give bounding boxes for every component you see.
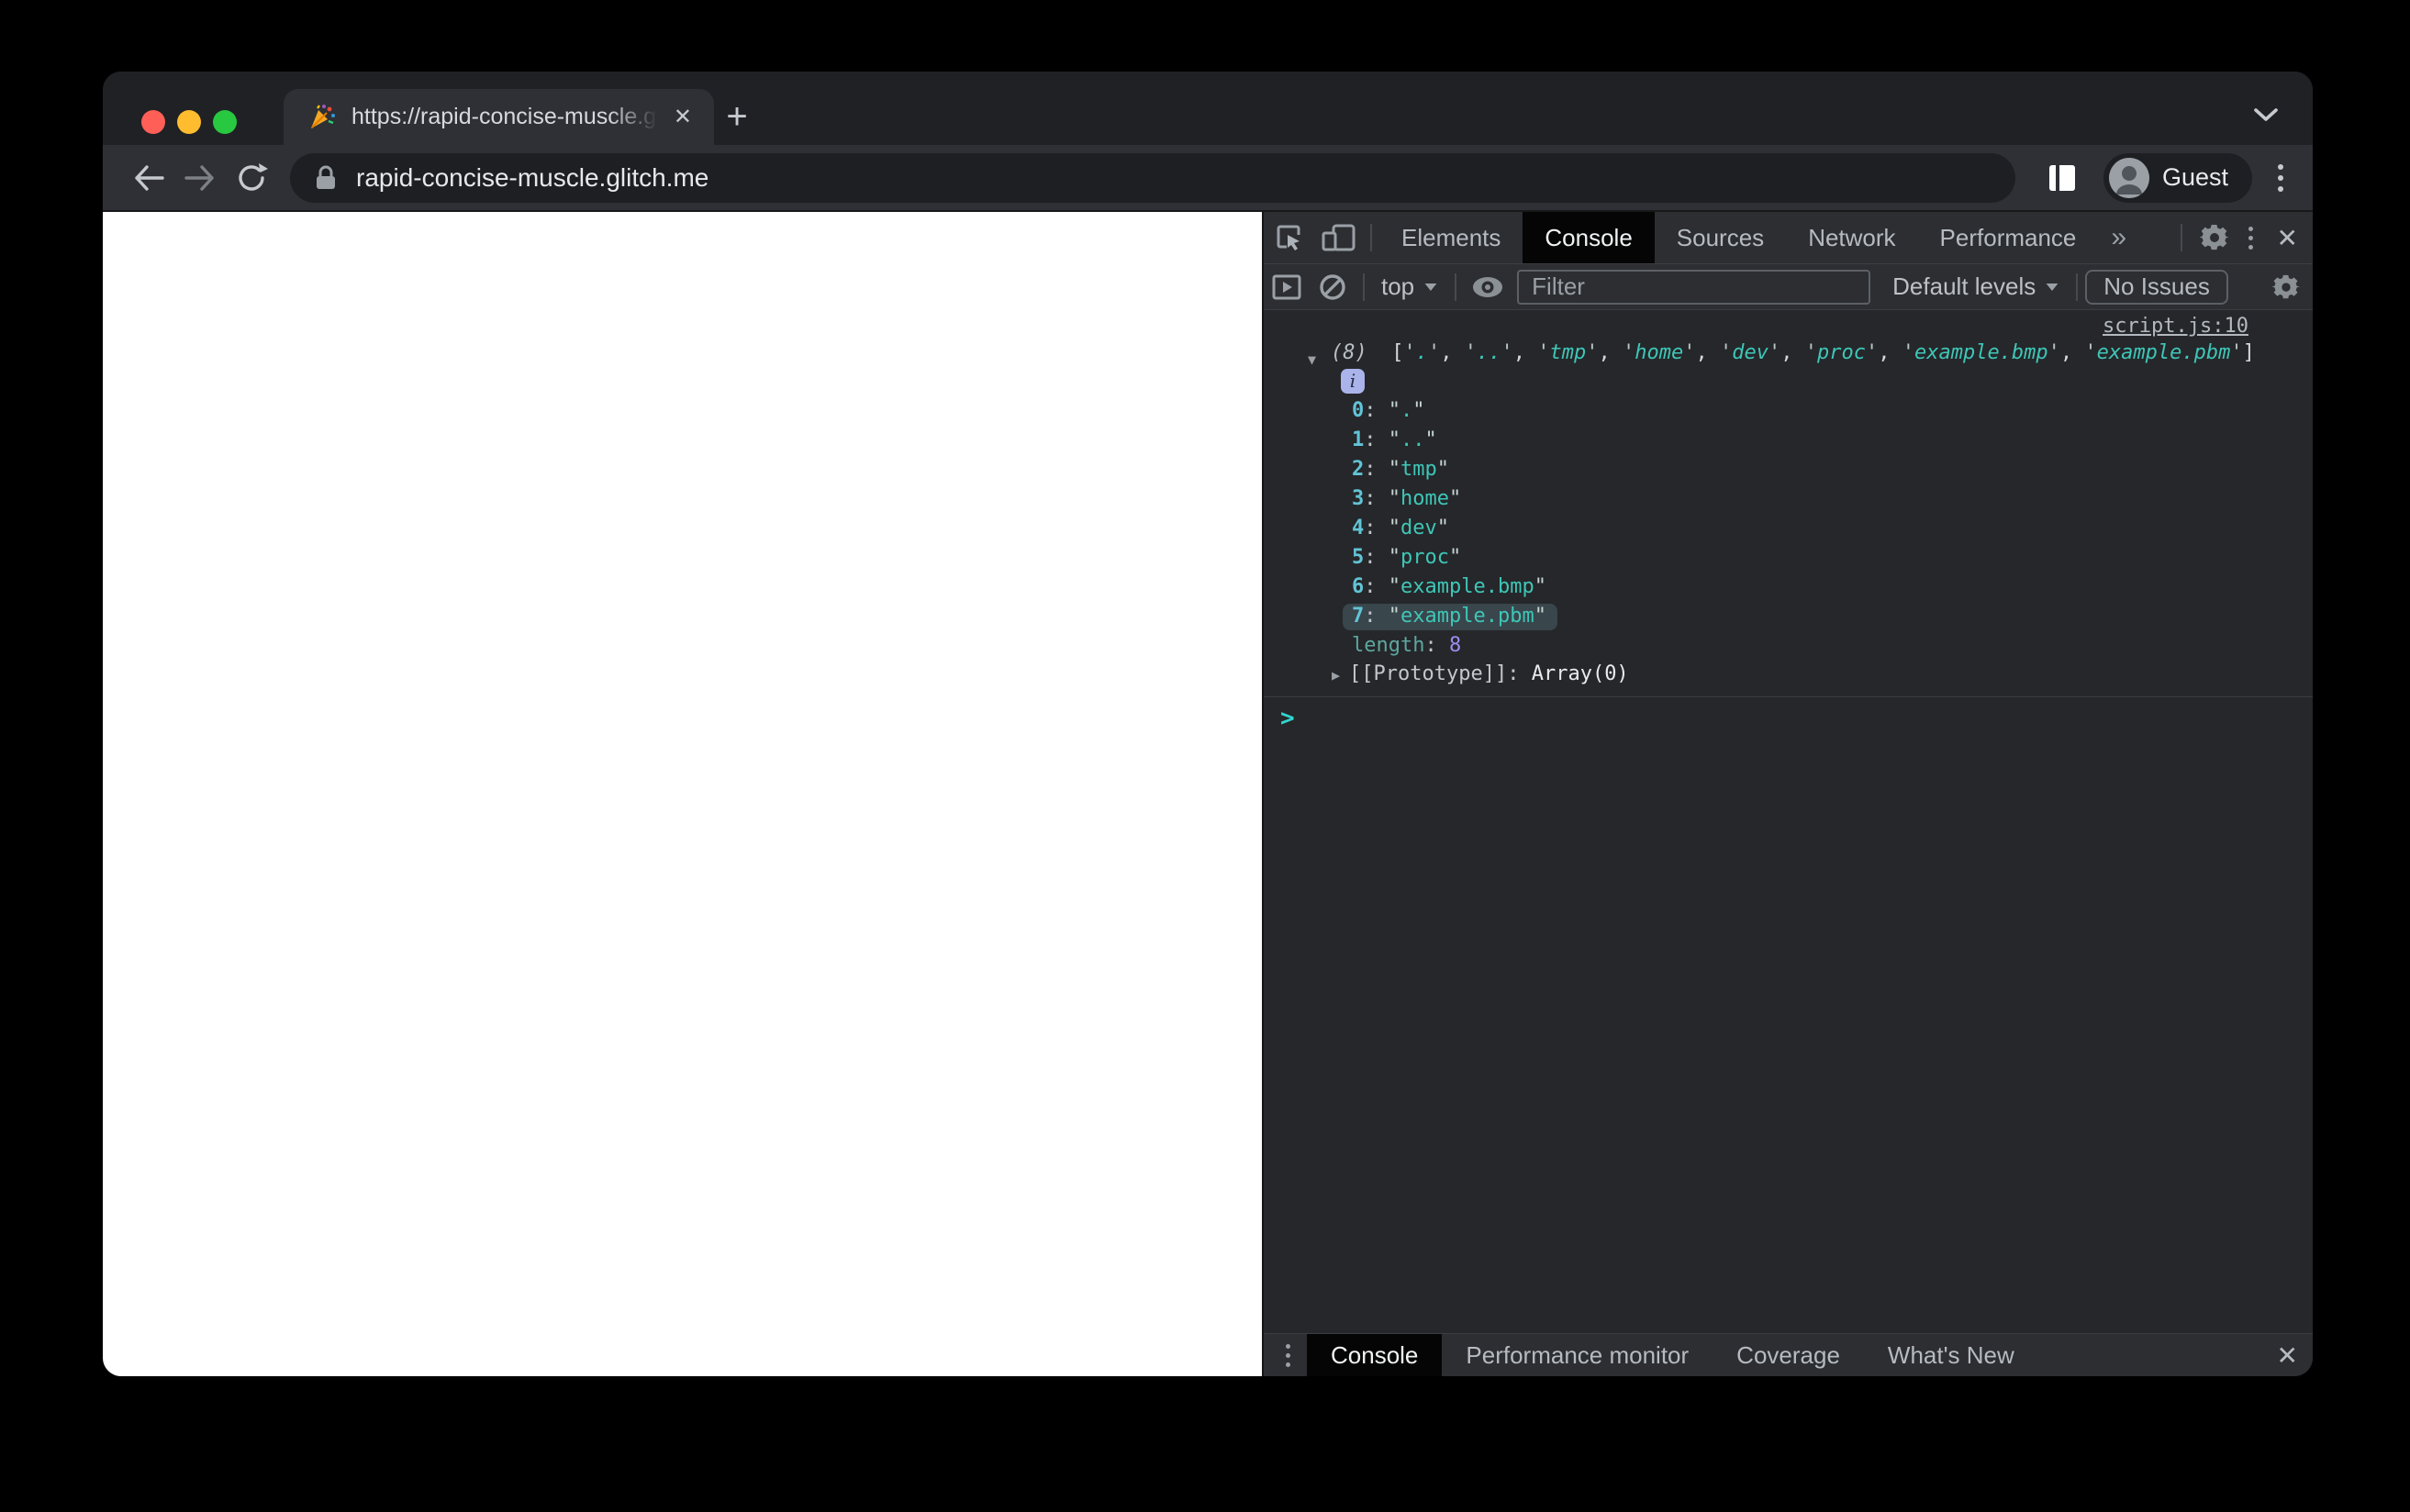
devtools-tabbar: Elements Console Sources Network Perform… (1264, 212, 2313, 264)
prototype-row[interactable]: ▶ [[Prototype]]: Array(0) (1264, 661, 2313, 689)
console-sidebar-icon[interactable] (1264, 264, 1310, 309)
filter-input[interactable] (1517, 269, 1871, 305)
caret-down-icon (2046, 283, 2059, 291)
url-text: rapid-concise-muscle.glitch.me (356, 162, 709, 192)
drawer-tab-whats-new[interactable]: What's New (1864, 1334, 2038, 1376)
more-tabs-icon[interactable]: » (2098, 222, 2139, 253)
close-window-button[interactable] (141, 110, 165, 134)
party-popper-icon (311, 104, 335, 128)
array-entry-row[interactable]: 3: "home" (1264, 484, 2313, 514)
array-entry-row[interactable]: 6: "example.bmp" (1264, 573, 2313, 602)
browser-tab[interactable]: https://rapid-concise-muscle.g ✕ (284, 89, 714, 145)
drawer-tab-performance-monitor[interactable]: Performance monitor (1442, 1334, 1713, 1376)
browser-toolbar: rapid-concise-muscle.glitch.me Guest (103, 145, 2313, 212)
url-bar[interactable]: rapid-concise-muscle.glitch.me (290, 152, 2015, 203)
devtools-close-icon[interactable]: ✕ (2262, 223, 2313, 253)
back-button[interactable] (123, 152, 174, 204)
expander-triangle-icon[interactable]: ▼ (1308, 346, 1316, 373)
profile-label: Guest (2161, 163, 2228, 191)
caret-down-icon (1424, 283, 1437, 291)
console-settings-gear-icon[interactable] (2259, 264, 2313, 309)
array-entry-row[interactable]: 2: "tmp" (1264, 455, 2313, 484)
tab-strip: https://rapid-concise-muscle.g ✕ + (103, 72, 2313, 145)
device-toolbar-icon[interactable] (1313, 212, 1363, 263)
tab-close-icon[interactable]: ✕ (674, 104, 692, 130)
tab-title: https://rapid-concise-muscle.g (351, 104, 657, 129)
console-output[interactable]: script.js:10 ▼ (8) ['.', '..', 'tmp', 'h… (1264, 310, 2313, 1333)
info-badge-row: i (1341, 369, 2313, 394)
drawer-close-icon[interactable]: ✕ (2262, 1340, 2313, 1371)
expander-triangle-icon: ▶ (1332, 667, 1341, 684)
minimize-window-button[interactable] (177, 110, 201, 134)
live-expression-eye-icon[interactable] (1464, 264, 1512, 309)
drawer-tab-console[interactable]: Console (1307, 1334, 1443, 1376)
devtools-menu-icon[interactable] (2239, 226, 2262, 250)
console-message: script.js:10 ▼ (8) ['.', '..', 'tmp', 'h… (1264, 310, 2313, 697)
clear-console-icon[interactable] (1310, 264, 1356, 309)
console-toolbar: top Default levels No Issue (1264, 264, 2313, 310)
inspect-element-icon[interactable] (1264, 212, 1313, 263)
length-row: length: 8 (1352, 634, 1462, 657)
chevron-down-icon[interactable] (2252, 106, 2280, 123)
tab-performance[interactable]: Performance (1918, 212, 2099, 263)
tab-network[interactable]: Network (1786, 212, 1917, 263)
array-entry-row[interactable]: 5: "proc" (1264, 543, 2313, 573)
no-issues-button[interactable]: No Issues (2085, 269, 2228, 305)
source-link[interactable]: script.js:10 (2103, 315, 2248, 338)
context-selector[interactable]: top (1372, 272, 1447, 301)
browser-menu-icon[interactable] (2269, 163, 2293, 192)
tab-elements[interactable]: Elements (1379, 212, 1523, 263)
array-entry-row[interactable]: 1: ".." (1264, 426, 2313, 455)
devtools-drawer: Console Performance monitor Coverage Wha… (1264, 1333, 2313, 1376)
array-preview[interactable]: ▼ (8) ['.', '..', 'tmp', 'home', 'dev', … (1264, 339, 2313, 368)
tab-console[interactable]: Console (1523, 212, 1655, 263)
drawer-tab-coverage[interactable]: Coverage (1713, 1334, 1864, 1376)
reload-button[interactable] (226, 152, 277, 204)
array-entry-row[interactable]: 0: "." (1264, 396, 2313, 426)
zoom-window-button[interactable] (213, 110, 237, 134)
avatar (2108, 157, 2149, 198)
profile-button[interactable]: Guest (2103, 152, 2252, 203)
array-entry-row[interactable]: 7: "example.pbm" (1264, 602, 2313, 631)
side-panel-button[interactable] (2037, 153, 2087, 203)
array-entry-row[interactable]: 4: "dev" (1264, 514, 2313, 543)
forward-button[interactable] (174, 152, 226, 204)
browser-window: https://rapid-concise-muscle.g ✕ + rapid… (103, 72, 2313, 1376)
default-levels-dropdown[interactable]: Default levels (1883, 272, 2069, 301)
new-tab-button[interactable]: + (714, 94, 760, 139)
info-icon[interactable]: i (1341, 369, 1365, 394)
window-controls (141, 110, 237, 134)
drawer-menu-icon[interactable] (1264, 1343, 1307, 1367)
settings-gear-icon[interactable] (2190, 212, 2239, 263)
page-viewport[interactable] (103, 212, 1262, 1376)
tab-sources[interactable]: Sources (1655, 212, 1786, 263)
devtools-panel: Elements Console Sources Network Perform… (1262, 212, 2313, 1376)
lock-icon (317, 165, 335, 189)
array-entries: 0: "." 1: ".." 2: "tmp" 3: "home" 4: "dev" 5:… (1264, 396, 2313, 631)
console-prompt[interactable]: > (1264, 697, 2313, 734)
